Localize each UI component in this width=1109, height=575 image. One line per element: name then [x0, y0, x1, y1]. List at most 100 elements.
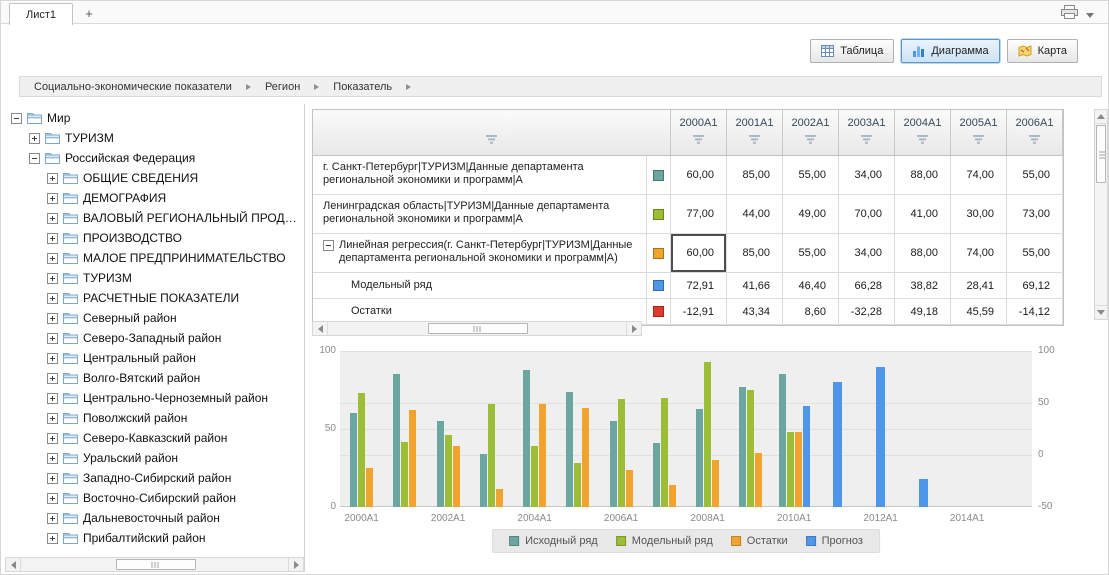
value-cell[interactable]: 34,00: [839, 156, 895, 194]
expand-icon[interactable]: [47, 313, 58, 324]
value-cell[interactable]: -32,28: [839, 299, 895, 324]
tree-item-9[interactable]: РАСЧЕТНЫЕ ПОКАЗАТЕЛИ: [5, 288, 302, 308]
filter-icon[interactable]: [485, 135, 498, 144]
print-options-caret-icon[interactable]: [1086, 13, 1094, 18]
expand-icon[interactable]: [47, 333, 58, 344]
value-cell[interactable]: 49,18: [895, 299, 951, 324]
tree-item-2[interactable]: Российская Федерация: [5, 148, 302, 168]
filter-icon[interactable]: [1028, 135, 1041, 144]
tree-item-15[interactable]: Поволжский район: [5, 408, 302, 428]
tree-item-14[interactable]: Центрально-Черноземный район: [5, 388, 302, 408]
tree-item-3[interactable]: ОБЩИЕ СВЕДЕНИЯ: [5, 168, 302, 188]
value-cell[interactable]: 43,34: [727, 299, 783, 324]
tree-item-11[interactable]: Северо-Западный район: [5, 328, 302, 348]
value-cell[interactable]: 88,00: [895, 234, 951, 272]
value-cell[interactable]: 8,60: [783, 299, 839, 324]
expand-icon[interactable]: [47, 173, 58, 184]
scroll-up-button[interactable]: [1095, 110, 1107, 124]
collapse-icon[interactable]: [29, 153, 40, 164]
tree-item-4[interactable]: ДЕМОГРАФИЯ: [5, 188, 302, 208]
expand-icon[interactable]: [47, 413, 58, 424]
expand-icon[interactable]: [47, 233, 58, 244]
value-cell[interactable]: 55,00: [1007, 156, 1063, 194]
expand-icon[interactable]: [47, 253, 58, 264]
expand-icon[interactable]: [47, 513, 58, 524]
expand-icon[interactable]: [47, 393, 58, 404]
tab-sheet1[interactable]: Лист1: [9, 3, 73, 25]
scroll-down-button[interactable]: [1095, 305, 1107, 319]
row-name-cell[interactable]: Ленинградская область|ТУРИЗМ|Данные депа…: [313, 195, 647, 233]
value-cell[interactable]: 55,00: [783, 234, 839, 272]
map-view-button[interactable]: Карта: [1007, 39, 1078, 63]
value-cell[interactable]: 30,00: [951, 195, 1007, 233]
value-cell[interactable]: 74,00: [951, 234, 1007, 272]
filter-icon[interactable]: [748, 135, 761, 144]
expand-icon[interactable]: [47, 433, 58, 444]
value-cell[interactable]: 70,00: [839, 195, 895, 233]
value-cell[interactable]: 44,00: [727, 195, 783, 233]
chart-view-button[interactable]: Диаграмма: [901, 39, 999, 63]
tree-item-6[interactable]: ПРОИЗВОДСТВО: [5, 228, 302, 248]
collapse-icon[interactable]: [11, 113, 22, 124]
scroll-right-button[interactable]: [626, 322, 641, 335]
value-cell[interactable]: 55,00: [1007, 234, 1063, 272]
expand-icon[interactable]: [47, 473, 58, 484]
filter-icon[interactable]: [804, 135, 817, 144]
value-cell[interactable]: 28,41: [951, 273, 1007, 298]
value-cell[interactable]: 41,00: [895, 195, 951, 233]
value-cell[interactable]: 74,00: [951, 156, 1007, 194]
tree-item-0[interactable]: Мир: [5, 108, 302, 128]
expand-icon[interactable]: [47, 493, 58, 504]
print-icon[interactable]: [1061, 5, 1078, 24]
breadcrumb-item-0[interactable]: Социально-экономические показатели: [34, 81, 232, 93]
value-cell[interactable]: 45,59: [951, 299, 1007, 324]
value-cell[interactable]: -14,12: [1007, 299, 1063, 324]
value-cell[interactable]: 85,00: [727, 156, 783, 194]
value-cell[interactable]: -12,91: [671, 299, 727, 324]
value-cell[interactable]: 34,00: [839, 234, 895, 272]
collapse-icon[interactable]: [323, 240, 334, 251]
value-cell[interactable]: 85,00: [727, 234, 783, 272]
expand-icon[interactable]: [47, 533, 58, 544]
value-cell[interactable]: 77,00: [671, 195, 727, 233]
breadcrumb-item-1[interactable]: Регион: [265, 81, 300, 93]
expand-icon[interactable]: [47, 213, 58, 224]
tree-item-8[interactable]: ТУРИЗМ: [5, 268, 302, 288]
tree-hscrollbar[interactable]: [5, 557, 304, 572]
tree-item-16[interactable]: Северо-Кавказский район: [5, 428, 302, 448]
grid-vscroll-thumb[interactable]: [1096, 125, 1106, 183]
add-sheet-button[interactable]: +: [77, 3, 101, 23]
tree-item-5[interactable]: ВАЛОВЫЙ РЕГИОНАЛЬНЫЙ ПРОДУКТ: [5, 208, 302, 228]
tree-hscroll-thumb[interactable]: [116, 559, 196, 570]
value-cell[interactable]: 38,82: [895, 273, 951, 298]
filter-icon[interactable]: [692, 135, 705, 144]
tree-item-12[interactable]: Центральный район: [5, 348, 302, 368]
value-cell[interactable]: 66,28: [839, 273, 895, 298]
value-cell[interactable]: 60,00: [671, 234, 727, 272]
breadcrumb-item-2[interactable]: Показатель: [333, 81, 392, 93]
expand-icon[interactable]: [29, 133, 40, 144]
scroll-left-button[interactable]: [6, 558, 21, 571]
filter-icon[interactable]: [860, 135, 873, 144]
value-cell[interactable]: 55,00: [783, 156, 839, 194]
tree-item-10[interactable]: Северный район: [5, 308, 302, 328]
grid-hscrollbar[interactable]: [312, 321, 642, 336]
expand-icon[interactable]: [47, 293, 58, 304]
value-cell[interactable]: 49,00: [783, 195, 839, 233]
row-name-cell[interactable]: г. Санкт-Петербург|ТУРИЗМ|Данные департа…: [313, 156, 647, 194]
value-cell[interactable]: 60,00: [671, 156, 727, 194]
scroll-right-button[interactable]: [288, 558, 303, 571]
value-cell[interactable]: 41,66: [727, 273, 783, 298]
tree-item-7[interactable]: МАЛОЕ ПРЕДПРИНИМАТЕЛЬСТВО: [5, 248, 302, 268]
expand-icon[interactable]: [47, 273, 58, 284]
filter-icon[interactable]: [916, 135, 929, 144]
grid-vscrollbar[interactable]: [1094, 109, 1108, 320]
scroll-left-button[interactable]: [313, 322, 328, 335]
expand-icon[interactable]: [47, 453, 58, 464]
value-cell[interactable]: 73,00: [1007, 195, 1063, 233]
tree-item-1[interactable]: ТУРИЗМ: [5, 128, 302, 148]
table-view-button[interactable]: Таблица: [810, 39, 894, 63]
filter-icon[interactable]: [972, 135, 985, 144]
value-cell[interactable]: 88,00: [895, 156, 951, 194]
row-name-cell[interactable]: Модельный ряд: [313, 273, 647, 298]
